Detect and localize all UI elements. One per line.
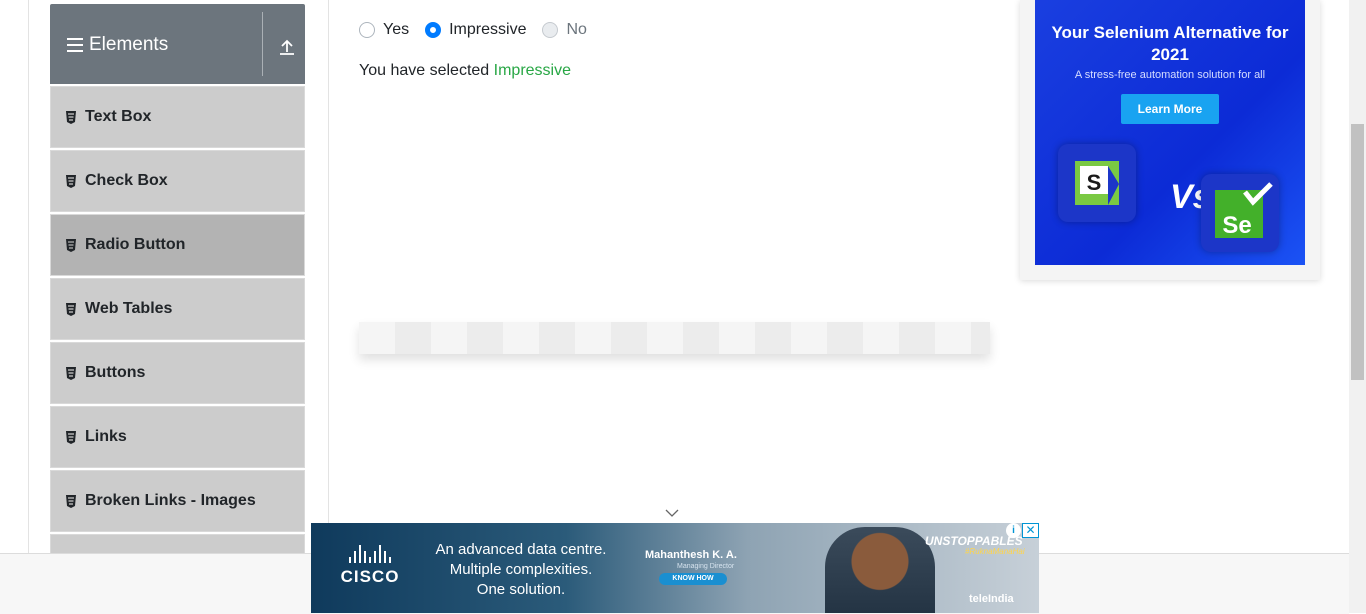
katalon-logo-tile: S: [1058, 144, 1136, 222]
elements-group-header[interactable]: Elements: [50, 4, 305, 84]
bottom-ad-line-1: An advanced data centre.: [435, 541, 607, 558]
result-value: Impressive: [493, 62, 571, 79]
cisco-logo-text: CISCO: [340, 567, 400, 586]
know-how-button[interactable]: KNOW HOW: [659, 573, 727, 585]
html5-icon: [66, 302, 76, 316]
selenium-logo-tile: Se: [1201, 174, 1279, 252]
sidebar-item-label: Links: [85, 428, 127, 445]
selenium-letters: Se: [1222, 212, 1251, 239]
html5-icon: [66, 430, 76, 444]
sidebar-item-links[interactable]: Links: [50, 406, 305, 468]
bottom-ad-copy: An advanced data centre. Multiple comple…: [421, 540, 621, 600]
learn-more-button[interactable]: Learn More: [1121, 94, 1219, 124]
sidebar-item-label: Buttons: [85, 364, 146, 381]
bottom-ad-line-3: One solution.: [476, 581, 566, 598]
bottom-ad-line-2: Multiple complexities.: [449, 561, 593, 578]
bottom-ad-banner[interactable]: CISCO An advanced data centre. Multiple …: [311, 523, 1039, 613]
radio-yes[interactable]: Yes: [359, 21, 409, 39]
radio-no: No: [542, 21, 587, 39]
sidebar-item-buttons[interactable]: Buttons: [50, 342, 305, 404]
result-prefix: You have selected: [359, 62, 490, 79]
sidebar-item-text-box[interactable]: Text Box: [50, 86, 305, 148]
sidebar-item-label: Web Tables: [85, 300, 173, 317]
cisco-bars-icon: [335, 545, 405, 563]
radio-impressive[interactable]: Impressive: [425, 21, 526, 39]
right-ad-banner[interactable]: Your Selenium Alternative for 2021 A str…: [1035, 0, 1305, 265]
sidebar: Elements Text Box Check Box Radio Button…: [50, 4, 305, 596]
radio-yes-control[interactable]: [359, 22, 375, 38]
collapse-up-icon[interactable]: [278, 38, 296, 56]
hamburger-icon: [67, 38, 83, 52]
ad-hashtag: #RuknaManaHai: [965, 547, 1025, 556]
html5-icon: [66, 366, 76, 380]
right-ad-headline: Your Selenium Alternative for 2021: [1051, 23, 1289, 64]
ad-person-photo: [825, 527, 935, 613]
katalon-logo-icon: S: [1075, 161, 1119, 205]
html5-icon: [66, 110, 76, 124]
ad-close-icon[interactable]: ✕: [1022, 523, 1039, 538]
ad-person-title: Managing Director: [677, 563, 735, 570]
cisco-logo: CISCO: [335, 545, 405, 587]
radio-impressive-control[interactable]: [425, 22, 442, 38]
radio-no-label: No: [566, 21, 587, 38]
sidebar-item-broken-links[interactable]: Broken Links - Images: [50, 470, 305, 532]
sidebar-item-radio-button[interactable]: Radio Button: [50, 214, 305, 276]
sidebar-item-check-box[interactable]: Check Box: [50, 150, 305, 212]
sidebar-item-label: Radio Button: [85, 236, 186, 253]
katalon-letter: S: [1087, 170, 1102, 195]
ad-info-icon[interactable]: i: [1006, 523, 1021, 538]
sidebar-item-label: Text Box: [85, 108, 152, 125]
radio-group: Yes Impressive No: [359, 21, 603, 39]
chevron-down-icon[interactable]: [664, 508, 680, 518]
sidebar-item-label: Broken Links - Images: [85, 492, 256, 509]
radio-impressive-label[interactable]: Impressive: [449, 21, 526, 39]
html5-icon: [66, 238, 76, 252]
group-title: Elements: [89, 34, 169, 55]
right-ad-container: Your Selenium Alternative for 2021 A str…: [1020, 0, 1320, 280]
sidebar-item-label: Check Box: [85, 172, 168, 189]
sidebar-divider: [328, 0, 329, 553]
radio-no-control: [542, 22, 559, 38]
teleindia-logo: teleIndia: [969, 593, 1014, 605]
scrollbar-thumb[interactable]: [1351, 124, 1364, 380]
left-column-rule: [28, 0, 29, 553]
selection-result: You have selected Impressive: [359, 62, 571, 80]
sidebar-item-web-tables[interactable]: Web Tables: [50, 278, 305, 340]
selenium-logo-icon: Se: [1215, 182, 1273, 239]
html5-icon: [66, 494, 76, 508]
radio-yes-label[interactable]: Yes: [383, 21, 409, 39]
ad-person-name: Mahanthesh K. A.: [645, 549, 737, 561]
inline-ad-placeholder: [359, 322, 990, 354]
html5-icon: [66, 174, 76, 188]
right-ad-subtext: A stress-free automation solution for al…: [1074, 69, 1266, 81]
header-divider: [262, 12, 263, 76]
